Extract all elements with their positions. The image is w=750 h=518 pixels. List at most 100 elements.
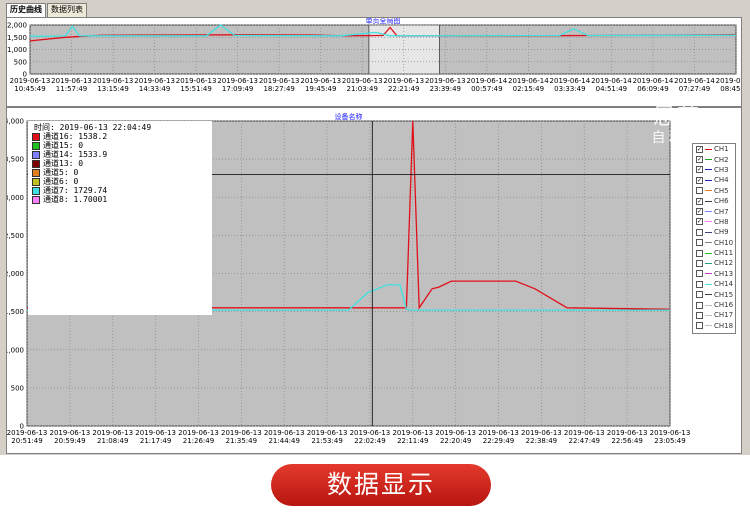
channel-checkbox[interactable]: ✓ [696,218,703,226]
overview-x-tick-date: 2019-06-13 [259,77,300,85]
channel-toggle-ch6[interactable]: ✓ CH6 [693,196,735,206]
main-x-tick-date: 2019-06-13 [50,429,91,437]
cursor-time-label: 时间: 2019-06-13 22:04:49 [34,123,152,132]
legend-row: 通道7: 1729.74 [28,186,212,195]
main-x-tick-time: 21:44:49 [268,437,299,445]
channel-checkbox[interactable] [696,270,703,278]
channel-color-line [705,211,712,213]
cursor-value-legend: 时间: 2019-06-13 22:04:49 通道16: 1538.2 通道15… [28,121,212,315]
main-y-tick-label: 1,000 [7,346,24,354]
legend-row: 通道6: 0 [28,177,212,186]
channel-checkbox[interactable] [696,280,703,288]
channel-toggle-ch14[interactable]: CH14 [693,279,735,289]
channel-checkbox[interactable] [696,239,703,247]
legend-value-text: 通道7: 1729.74 [43,186,108,195]
channel-toggle-ch11[interactable]: CH11 [693,248,735,258]
channel-checkbox[interactable] [696,301,703,309]
channel-toggle-ch13[interactable]: CH13 [693,269,735,279]
main-x-tick-time: 22:02:49 [354,437,385,445]
channel-checkbox[interactable] [696,249,703,257]
overview-x-tick-time: 08:45:49 [720,85,741,93]
channel-toggle-ch7[interactable]: ✓ CH7 [693,206,735,216]
channel-toggle-ch4[interactable]: ✓ CH4 [693,175,735,185]
channel-checkbox[interactable] [696,311,703,319]
channel-color-line [705,314,712,316]
channel-name: CH1 [714,145,729,154]
main-x-tick-time: 21:35:49 [226,437,257,445]
channel-toggle-ch3[interactable]: ✓ CH3 [693,165,735,175]
tab-bar: 历史曲线 数据列表 [6,3,88,17]
overview-x-tick-date: 2019-06-14 [466,77,507,85]
channel-toggle-ch12[interactable]: CH12 [693,258,735,268]
overview-x-tick-time: 14:33:49 [139,85,170,93]
main-x-tick-date: 2019-06-13 [221,429,262,437]
overview-x-tick-date: 2019-06-13 [176,77,217,85]
channel-toggle-ch10[interactable]: CH10 [693,238,735,248]
data-display-banner: 数据显示 [271,464,491,506]
overview-chart[interactable]: 2,000 1,500 1,000 500 0 2019-06-13 10:45:49 201… [6,17,742,107]
channel-checkbox[interactable] [696,322,703,330]
overview-x-tick-date: 2019-06-14 [674,77,715,85]
legend-value-text: 通道13: 0 [43,159,84,168]
channel-checkbox[interactable] [696,291,703,299]
legend-row: 通道14: 1533.9 [28,150,212,159]
channel-name: CH12 [714,259,734,268]
legend-row: 通道5: 0 [28,168,212,177]
legend-value-text: 通道16: 1538.2 [43,132,108,141]
channel-checkbox[interactable] [696,228,703,236]
channel-checkbox[interactable]: ✓ [696,176,703,184]
channel-checkbox[interactable] [696,259,703,267]
channel-toggle-ch5[interactable]: CH5 [693,186,735,196]
legend-color-swatch [32,159,40,168]
overview-x-tick-date: 2019-06-13 [342,77,383,85]
overview-x-tick-time: 11:57:49 [56,85,87,93]
channel-name: CH17 [714,311,734,320]
main-y-tick-label: 2,500 [7,232,24,240]
channel-name: CH4 [714,176,729,185]
legend-color-swatch [32,195,40,204]
channel-name: CH15 [714,290,734,299]
channel-toggle-ch16[interactable]: CH16 [693,300,735,310]
channel-checkbox[interactable]: ✓ [696,208,703,216]
channel-checkbox[interactable] [696,187,703,195]
channel-color-line [705,179,712,181]
tab-data-list[interactable]: 数据列表 [47,3,87,17]
tab-history-curve[interactable]: 历史曲线 [6,3,46,17]
channel-toggle-ch15[interactable]: CH15 [693,289,735,299]
legend-color-swatch [32,168,40,177]
channel-toggle-ch2[interactable]: ✓ CH2 [693,154,735,164]
legend-row: 通道15: 0 [28,141,212,150]
overview-x-tick-date: 2019-06-13 [300,77,341,85]
overview-x-tick-date: 2019-06-13 [51,77,92,85]
channel-toggle-ch18[interactable]: CH18 [693,321,735,331]
legend-color-swatch [32,132,40,141]
channel-name: CH8 [714,217,729,226]
overview-y-tick-label: 1,500 [7,34,27,42]
channel-name: CH7 [714,207,729,216]
channel-toggle-ch17[interactable]: CH17 [693,310,735,320]
overview-x-tick-time: 07:27:49 [679,85,710,93]
main-x-tick-time: 22:47:49 [569,437,600,445]
legend-value-text: 通道5: 0 [43,168,79,177]
overview-x-tick-date: 2019-06-13 [10,77,51,85]
legend-value-text: 通道8: 1.70001 [43,195,108,204]
channel-color-line [705,262,712,264]
channel-toggle-ch8[interactable]: ✓ CH8 [693,217,735,227]
channel-toggle-ch9[interactable]: CH9 [693,227,735,237]
channel-checkbox[interactable]: ✓ [696,156,703,164]
main-x-tick-date: 2019-06-13 [350,429,391,437]
channel-checkbox[interactable]: ✓ [696,166,703,174]
main-x-tick-time: 21:17:49 [140,437,171,445]
channel-checkbox[interactable]: ✓ [696,145,703,153]
overview-x-tick-date: 2019-06-14 [550,77,591,85]
overview-chart-svg[interactable]: 2,0001,5001,00050002019-06-1310:45:49201… [7,18,741,106]
channel-checkbox[interactable]: ✓ [696,197,703,205]
main-x-tick-date: 2019-06-13 [307,429,348,437]
channel-color-line [705,242,712,244]
history-app-window: 历史曲线 数据列表 2,000 1,500 1,000 500 0 2019-06-13 1… [0,0,750,455]
overview-x-tick-time: 18:27:49 [263,85,294,93]
main-x-tick-time: 22:56:49 [611,437,642,445]
main-x-tick-date: 2019-06-13 [607,429,648,437]
main-y-tick-label: 2,000 [7,270,24,278]
legend-value-text: 通道15: 0 [43,141,84,150]
